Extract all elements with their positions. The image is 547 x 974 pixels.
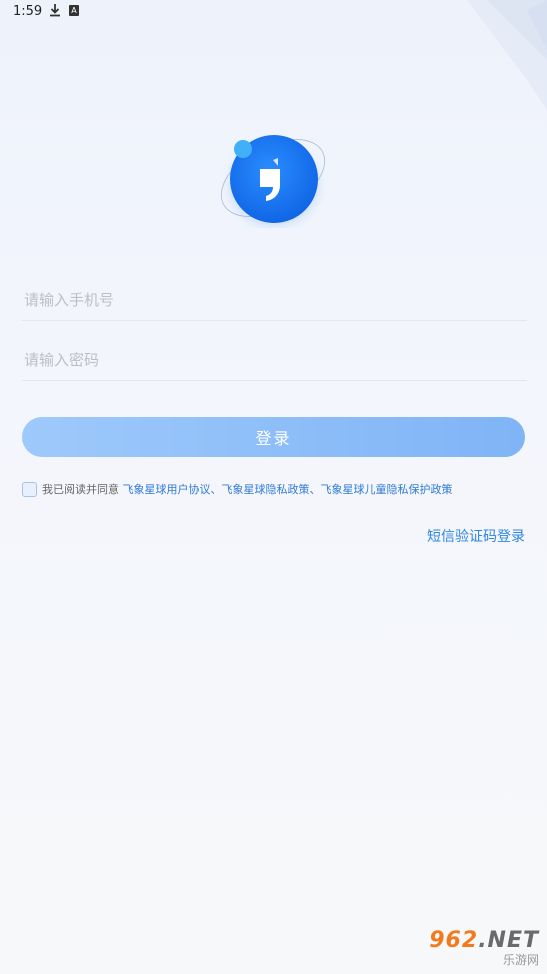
- policy-links[interactable]: 飞象星球用户协议、飞象星球隐私政策、飞象星球儿童隐私保护政策: [123, 481, 453, 497]
- a-badge-icon: A: [69, 5, 79, 16]
- watermark: 962.NET 乐游网: [429, 928, 539, 968]
- agree-prefix: 我已阅读并同意: [42, 483, 119, 496]
- watermark-number: 962: [429, 928, 479, 953]
- phone-input[interactable]: [22, 280, 527, 321]
- status-time: 1:59: [13, 4, 43, 19]
- download-icon: [49, 3, 61, 21]
- app-logo: [220, 135, 326, 226]
- agree-checkbox[interactable]: [22, 481, 37, 497]
- password-input[interactable]: [22, 340, 527, 381]
- corner-decoration: [467, 0, 547, 110]
- watermark-sub: 乐游网: [502, 953, 539, 967]
- agreement-row: 我已阅读并同意 飞象星球用户协议、飞象星球隐私政策、飞象星球儿童隐私保护政策: [22, 481, 453, 497]
- login-button[interactable]: 登录: [22, 417, 525, 457]
- sms-login-link[interactable]: 短信验证码登录: [427, 526, 525, 546]
- watermark-net: .NET: [478, 928, 539, 953]
